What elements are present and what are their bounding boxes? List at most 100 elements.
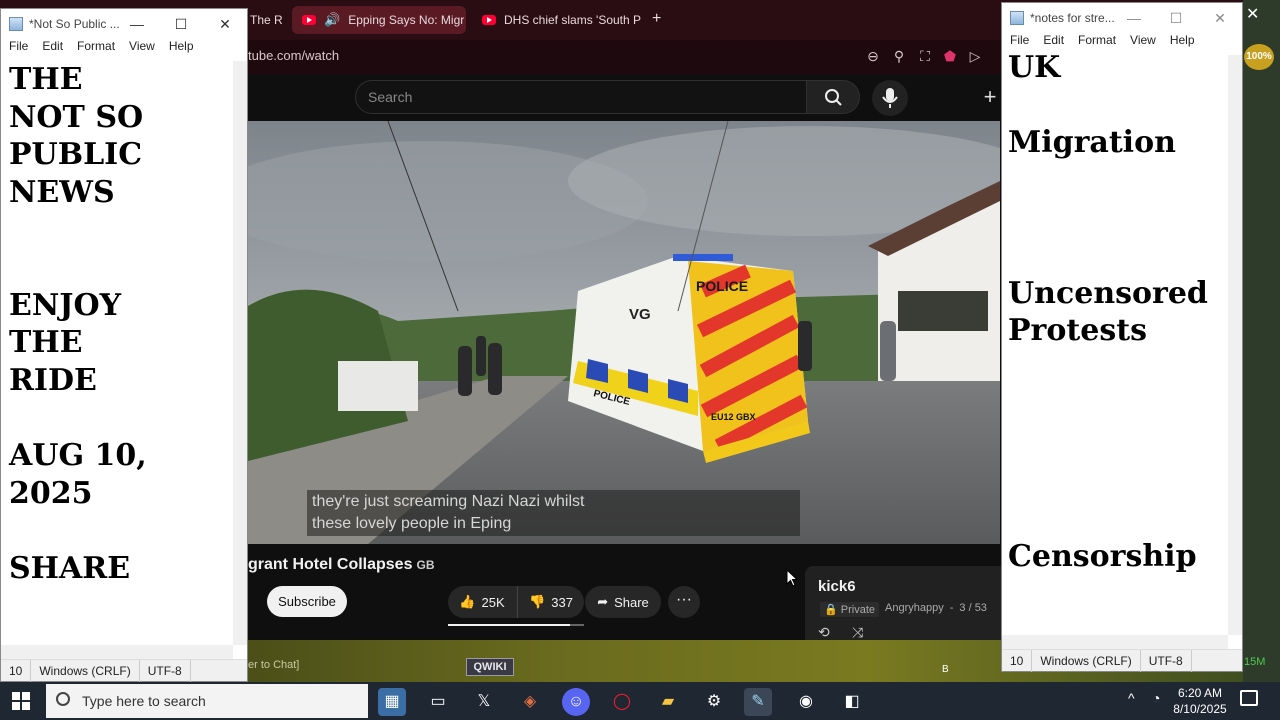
maximize-button[interactable]: ☐ (159, 9, 203, 39)
chat-hint: er to Chat] (248, 659, 300, 671)
notepad-left-statusbar: 10 Windows (CRLF) UTF-8 (1, 659, 247, 682)
explorer-window-icon[interactable]: ▭ (424, 688, 452, 716)
start-button[interactable] (12, 692, 30, 710)
url-text[interactable]: tube.com/watch (248, 48, 339, 63)
maximize-button[interactable]: ☐ (1154, 3, 1198, 33)
horizontal-scrollbar[interactable] (1, 645, 233, 659)
search-icon (825, 89, 842, 106)
share-icon: ➦ (597, 594, 609, 609)
discord-icon[interactable]: ☺ (562, 688, 590, 716)
notepad-left-window: *Not So Public ... — ☐ ✕ File Edit Forma… (0, 8, 248, 682)
video-player[interactable]: POLICE POLICE VG EU12 GBX (248, 121, 1000, 544)
tab-label: The R (250, 13, 283, 27)
settings-gear-icon[interactable]: ⚙ (700, 688, 728, 716)
minimize-button[interactable]: — (115, 9, 159, 39)
voice-search-button[interactable] (872, 80, 908, 116)
cursor-position: 10 (1002, 649, 1033, 672)
notepad-right-text-area[interactable]: UK Migration Uncensored Protests Censors… (1008, 49, 1238, 575)
playlist-owner[interactable]: Angryhappy (885, 602, 944, 617)
playlist-position: 3 / 53 (959, 602, 987, 614)
video-title: grant Hotel Collapses GB (248, 556, 434, 574)
close-button[interactable]: ✕ (203, 9, 247, 39)
speaker-icon[interactable]: 🔊 (324, 12, 340, 28)
menu-help[interactable]: Help (169, 39, 194, 59)
game-client-icon[interactable]: ◧ (838, 688, 866, 716)
youtube-icon (482, 15, 496, 25)
line-ending: Windows (CRLF) (1032, 649, 1141, 672)
vertical-scrollbar[interactable] (233, 61, 247, 645)
tab-dhs-chief[interactable]: DHS chief slams 'South P (472, 6, 644, 34)
like-ratio-bar (448, 624, 584, 626)
line-ending: Windows (CRLF) (31, 659, 140, 682)
playlist-privacy: 🔒 Private (820, 602, 880, 617)
window-title: *Not So Public ... (29, 17, 120, 31)
clock-date: 8/10/2025 (1173, 702, 1227, 716)
calculator-icon[interactable]: ▦ (378, 688, 406, 716)
network-icon[interactable]: ◔ (1152, 690, 1160, 706)
notepad-left-menubar: File Edit Format View Help (1, 39, 247, 59)
thumbs-up-icon: 👍 (459, 594, 476, 609)
obs-icon[interactable]: ◉ (792, 688, 820, 716)
taskbar-search-input[interactable]: Type here to search (46, 684, 368, 718)
screenshot-icon[interactable]: ⛶ (916, 47, 934, 65)
menu-format[interactable]: Format (77, 39, 115, 59)
playlist-meta: 🔒 Private Angryhappy - 3 / 53 (820, 602, 987, 617)
search-icon (56, 692, 70, 706)
share-button[interactable]: ➦ Share (585, 586, 661, 618)
tab-label: Epping Says No: Migr (348, 13, 465, 27)
play-icon[interactable]: ▷ (966, 47, 984, 65)
x-app-icon[interactable]: 𝕏 (470, 688, 498, 716)
shield-icon[interactable]: ⬟ (941, 47, 959, 65)
game-marker: B (942, 664, 949, 675)
privacy-label: Private (840, 604, 876, 616)
dislike-button[interactable]: 👎 337 (517, 586, 584, 618)
youtube-search-input[interactable]: Search (355, 80, 807, 114)
notepad-icon (9, 17, 23, 31)
more-actions-button[interactable]: ··· (668, 586, 700, 618)
van-code: VG (629, 306, 651, 323)
horizontal-scrollbar[interactable] (1002, 635, 1228, 649)
minimize-button[interactable]: — (1112, 3, 1156, 33)
game-close-icon[interactable]: ✕ (1246, 4, 1259, 24)
microphone-icon (882, 88, 898, 108)
video-frame: POLICE POLICE VG EU12 GBX (248, 121, 1000, 544)
tray-chevron-up-icon[interactable]: ^ (1128, 690, 1135, 706)
notification-icon[interactable] (1240, 690, 1258, 706)
pin-icon[interactable]: ⚲ (890, 47, 908, 65)
close-button[interactable]: ✕ (1198, 3, 1242, 33)
notepad-right-window: *notes for stre... — ☐ ✕ File Edit Forma… (1001, 2, 1243, 672)
youtube-icon (302, 15, 316, 25)
taskbar-clock[interactable]: 6:20 AM 8/10/2025 (1172, 685, 1228, 717)
van-label: POLICE (696, 278, 748, 294)
encoding: UTF-8 (1141, 649, 1192, 672)
youtube-search-button[interactable] (806, 80, 860, 114)
like-count: 25K (481, 594, 505, 610)
opera-icon[interactable]: ◯ (608, 688, 636, 716)
create-button[interactable]: + (976, 80, 1004, 114)
shuffle-icon[interactable]: ⤨ (852, 624, 863, 641)
playlist-title[interactable]: kick6 (818, 578, 856, 595)
menu-file[interactable]: File (9, 39, 28, 59)
video-caption: they're just screaming Nazi Nazi whilst … (307, 490, 800, 536)
tab-label: DHS chief slams 'South P (504, 13, 642, 27)
window-title: *notes for stre... (1030, 11, 1115, 25)
loop-icon[interactable]: ⟲ (818, 624, 830, 641)
qwiki-button[interactable]: QWIKI (466, 658, 514, 676)
zoom-orb[interactable]: 100% (1244, 44, 1274, 70)
notepad-left-text-area[interactable]: THE NOT SO PUBLIC NEWS ENJOY THE RIDE AU… (9, 61, 239, 587)
menu-view[interactable]: View (129, 39, 155, 59)
notepad-taskbar-icon[interactable]: ✎ (744, 688, 772, 716)
brave-icon[interactable]: ◈ (516, 688, 544, 716)
vertical-scrollbar[interactable] (1228, 55, 1242, 635)
subscribe-button[interactable]: Subscribe (267, 586, 347, 617)
zoom-out-icon[interactable]: ⊖ (864, 47, 882, 65)
notepad-right-statusbar: 10 Windows (CRLF) UTF-8 (1002, 649, 1242, 672)
tab-epping-says-no[interactable]: 🔊 Epping Says No: Migr (292, 6, 466, 34)
thumbs-down-icon: 👎 (529, 594, 546, 609)
like-button[interactable]: 👍 25K (448, 586, 516, 618)
folder-icon[interactable]: ▰ (654, 688, 682, 716)
cursor-position: 10 (1, 659, 32, 682)
caption-line-1: they're just screaming Nazi Nazi whilst (312, 493, 585, 510)
new-tab-button[interactable]: + (652, 10, 661, 28)
menu-edit[interactable]: Edit (42, 39, 63, 59)
